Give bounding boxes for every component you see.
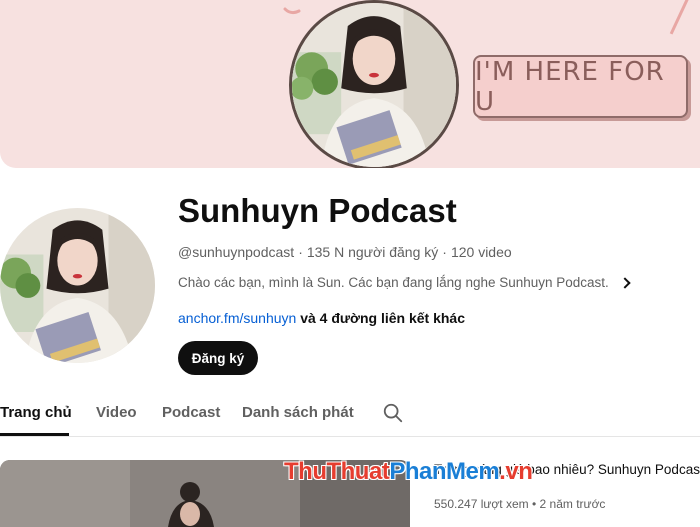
watermark: ThuThuatPhanMem.vn — [284, 458, 533, 486]
subscriber-count: 135 N người đăng ký — [306, 244, 439, 260]
watermark-part: .vn — [499, 458, 533, 485]
tab-home[interactable]: Trang chủ — [0, 404, 72, 421]
featured-video-meta: 550.247 lượt xem • 2 năm trước — [434, 497, 605, 511]
tab-podcast[interactable]: Podcast — [162, 404, 220, 421]
channel-link[interactable]: anchor.fm/sunhuyn — [178, 310, 296, 326]
meta-separator: · — [442, 244, 447, 260]
more-links[interactable]: và 4 đường liên kết khác — [300, 310, 465, 326]
channel-tabs: Trang chủ Video Podcast Danh sách phát — [0, 398, 700, 437]
subscribe-button[interactable]: Đăng ký — [178, 341, 258, 375]
tab-video[interactable]: Video — [96, 404, 137, 421]
chevron-right-icon[interactable] — [619, 276, 631, 289]
tab-playlists[interactable]: Danh sách phát — [242, 404, 354, 421]
banner-badge: I'M HERE FOR U — [473, 55, 688, 118]
channel-description-text: Chào các bạn, mình là Sun. Các bạn đang … — [178, 275, 609, 290]
channel-meta: @sunhuynpodcast · 135 N người đăng ký · 120 … — [178, 244, 512, 260]
channel-links: anchor.fm/sunhuyn và 4 đường liên kết kh… — [178, 310, 465, 326]
watermark-part: PhanMem — [389, 458, 500, 485]
channel-description[interactable]: Chào các bạn, mình là Sun. Các bạn đang … — [178, 275, 631, 290]
channel-handle: @sunhuynpodcast — [178, 244, 295, 260]
meta-separator: · — [298, 244, 303, 260]
upload-age: 2 năm trước — [539, 497, 606, 511]
banner-badge-text: I'M HERE FOR U — [475, 56, 665, 117]
active-tab-indicator — [0, 433, 69, 436]
watermark-part: ThuThuat — [284, 458, 390, 485]
banner-decoration — [283, 7, 301, 15]
channel-avatar[interactable] — [0, 208, 155, 363]
search-icon[interactable] — [382, 402, 404, 424]
channel-banner: I'M HERE FOR U — [0, 0, 700, 168]
view-count: 550.247 lượt xem — [434, 497, 529, 511]
video-count: 120 video — [450, 244, 512, 260]
channel-name: Sunhuyn Podcast — [178, 192, 457, 229]
banner-decoration-stripe — [669, 0, 700, 40]
meta-separator: • — [531, 497, 537, 511]
banner-photo — [289, 0, 459, 168]
